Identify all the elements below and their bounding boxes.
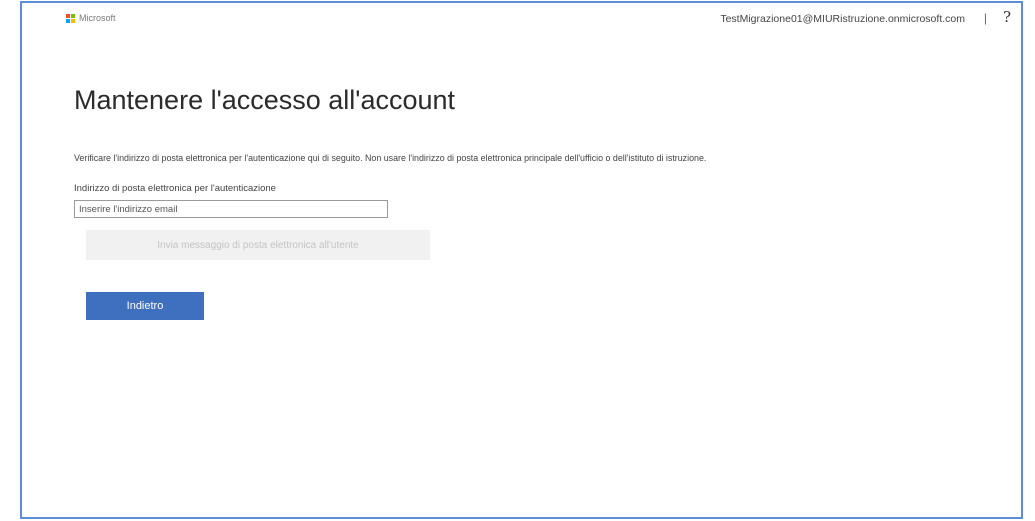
help-icon[interactable]: ?	[1003, 8, 1011, 26]
microsoft-logo-icon	[66, 13, 75, 23]
microsoft-logo: Microsoft	[66, 13, 116, 23]
brand-name: Microsoft	[79, 13, 116, 23]
back-button[interactable]: Indietro	[86, 292, 204, 320]
send-email-button[interactable]: Invia messaggio di posta elettronica all…	[86, 230, 430, 260]
email-field-label: Indirizzo di posta elettronica per l'aut…	[74, 183, 276, 194]
description-text: Verificare l'indirizzo di posta elettron…	[74, 153, 707, 163]
header-separator: |	[983, 11, 987, 25]
page-frame: Microsoft TestMigrazione01@MIURistruzion…	[20, 1, 1023, 519]
user-email: TestMigrazione01@MIURistruzione.onmicros…	[720, 13, 965, 25]
page-title: Mantenere l'accesso all'account	[74, 85, 456, 115]
email-field[interactable]	[74, 200, 388, 218]
header: Microsoft TestMigrazione01@MIURistruzion…	[22, 3, 1021, 39]
